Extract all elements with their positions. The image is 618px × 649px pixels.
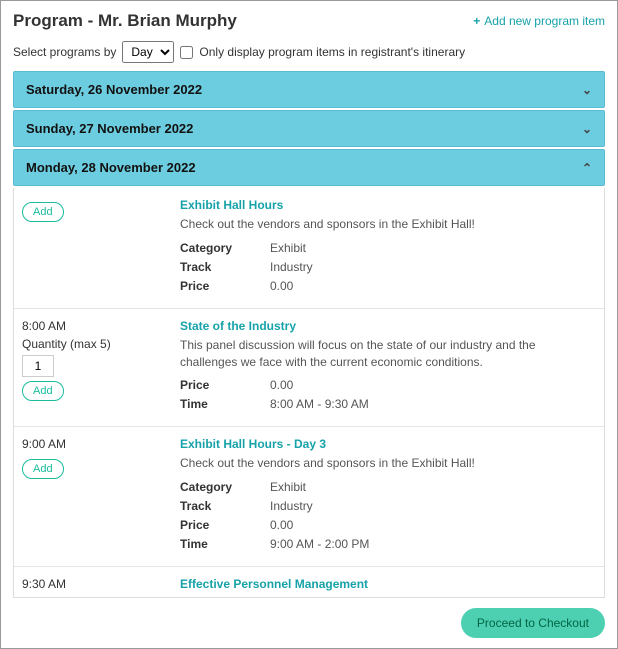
session-desc: Check out the vendors and sponsors in th… — [180, 216, 596, 233]
chevron-down-icon: ⌄ — [582, 122, 592, 136]
meta-label-time: Time — [180, 397, 270, 411]
session-item: Add Exhibit Hall Hours Check out the ven… — [14, 188, 604, 309]
session-time: 9:30 AM — [22, 577, 172, 591]
day-header-sunday[interactable]: Sunday, 27 November 2022 ⌄ — [13, 110, 605, 147]
meta-label-price: Price — [180, 378, 270, 392]
meta-label-category: Category — [180, 241, 270, 255]
session-desc: This panel discussion will focus on the … — [180, 337, 596, 371]
session-item: 8:00 AM Quantity (max 5) Add State of th… — [14, 309, 604, 428]
session-time: 9:00 AM — [22, 437, 172, 451]
session-title[interactable]: Effective Personnel Management — [180, 577, 596, 591]
meta-label-track: Track — [180, 260, 270, 274]
add-button[interactable]: Add — [22, 381, 64, 401]
meta-label-time: Time — [180, 537, 270, 551]
session-item: 9:00 AM Add Exhibit Hall Hours - Day 3 C… — [14, 427, 604, 567]
quantity-input[interactable] — [22, 355, 54, 377]
session-item: 9:30 AM Add Effective Personnel Manageme… — [14, 567, 604, 598]
filter-select[interactable]: Day — [122, 41, 174, 63]
session-title[interactable]: State of the Industry — [180, 319, 596, 333]
day-header-saturday[interactable]: Saturday, 26 November 2022 ⌄ — [13, 71, 605, 108]
add-program-link[interactable]: + Add new program item — [473, 14, 605, 28]
session-time: 8:00 AM — [22, 319, 172, 333]
meta-value: 0.00 — [270, 279, 293, 293]
session-title[interactable]: Exhibit Hall Hours - Day 3 — [180, 437, 596, 451]
meta-label-category: Category — [180, 480, 270, 494]
chevron-down-icon: ⌄ — [582, 83, 592, 97]
add-program-label: Add new program item — [484, 14, 605, 28]
itinerary-checkbox-label: Only display program items in registrant… — [199, 45, 465, 59]
session-desc: A discussion of the top ten tips in effe… — [180, 595, 596, 598]
filter-label: Select programs by — [13, 45, 116, 59]
session-desc: Check out the vendors and sponsors in th… — [180, 455, 596, 472]
day-label: Monday, 28 November 2022 — [26, 160, 196, 175]
plus-icon: + — [473, 14, 480, 28]
add-button[interactable]: Add — [22, 459, 64, 479]
meta-value: 0.00 — [270, 518, 293, 532]
meta-value: 8:00 AM - 9:30 AM — [270, 397, 369, 411]
chevron-up-icon: ⌃ — [582, 161, 592, 175]
quantity-label: Quantity (max 5) — [22, 337, 172, 351]
page-title: Program - Mr. Brian Murphy — [13, 11, 237, 31]
meta-value: 9:00 AM - 2:00 PM — [270, 537, 369, 551]
meta-value: Exhibit — [270, 241, 306, 255]
proceed-checkout-button[interactable]: Proceed to Checkout — [461, 608, 605, 638]
meta-value: 0.00 — [270, 378, 293, 392]
meta-label-price: Price — [180, 279, 270, 293]
meta-value: Industry — [270, 499, 313, 513]
day-header-monday[interactable]: Monday, 28 November 2022 ⌃ — [13, 149, 605, 186]
day-label: Saturday, 26 November 2022 — [26, 82, 202, 97]
add-button[interactable]: Add — [22, 202, 64, 222]
session-title[interactable]: Exhibit Hall Hours — [180, 198, 596, 212]
day-label: Sunday, 27 November 2022 — [26, 121, 193, 136]
meta-label-price: Price — [180, 518, 270, 532]
meta-value: Exhibit — [270, 480, 306, 494]
itinerary-checkbox[interactable] — [180, 46, 193, 59]
meta-label-track: Track — [180, 499, 270, 513]
meta-value: Industry — [270, 260, 313, 274]
sessions-panel[interactable]: Add Exhibit Hall Hours Check out the ven… — [13, 188, 605, 598]
